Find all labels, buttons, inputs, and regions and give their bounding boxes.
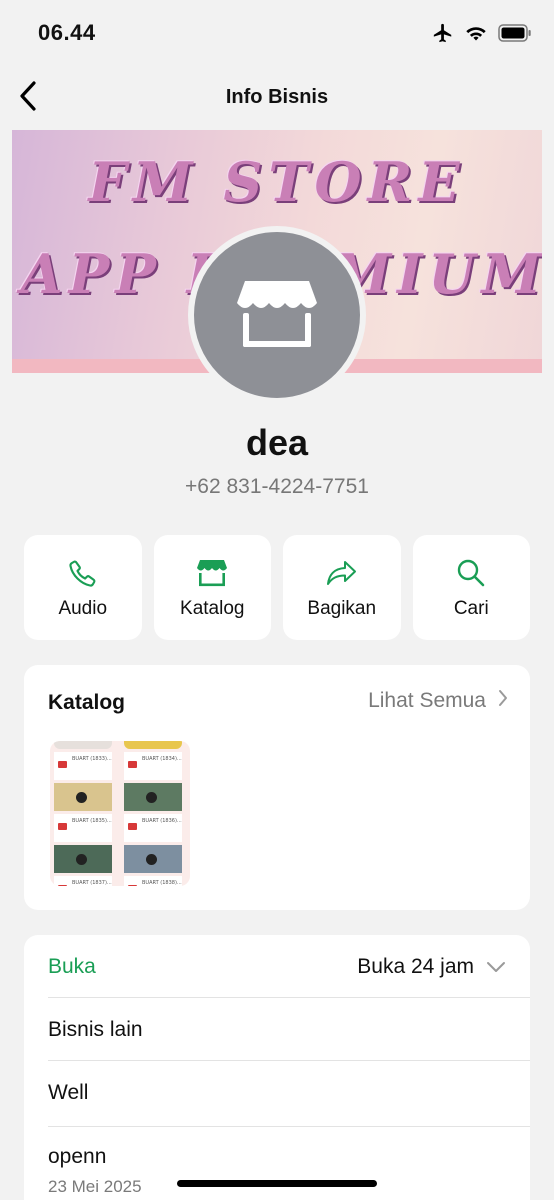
business-category: Bisnis lain [48, 1018, 143, 1041]
chevron-right-icon [498, 689, 508, 713]
thumbnail-video [124, 783, 182, 811]
share-button[interactable]: Bagikan [283, 535, 401, 640]
airplane-icon [432, 22, 454, 49]
search-icon [456, 556, 486, 590]
thumbnail-item: BUART (1834)... [124, 752, 182, 780]
cover-text-line-1: FM STORE [88, 150, 466, 214]
post-date: 23 Mei 2025 [48, 1177, 142, 1196]
play-icon [146, 792, 157, 803]
battery-icon [498, 24, 532, 47]
audio-button[interactable]: Audio [24, 535, 142, 640]
thumbnail-item: BUART (1836)... [124, 814, 182, 842]
search-button[interactable]: Cari [412, 535, 530, 640]
phone-icon [68, 556, 98, 590]
thumbnail-column-right: BUART (1834)... BUART (1836)... BUART (1… [124, 741, 182, 886]
thumbnail-item: BUART (1833)... [54, 752, 112, 780]
audio-label: Audio [58, 597, 108, 619]
catalog-title: Katalog [48, 691, 126, 714]
store-icon [235, 275, 319, 356]
catalog-item-thumbnail[interactable]: BUART (1833)... BUART (1835)... BUART (1… [50, 741, 190, 886]
see-all-label: Lihat Semua [368, 689, 486, 712]
hours-value: Buka 24 jam [357, 955, 474, 978]
hours-row[interactable]: Buka Buka 24 jam [48, 935, 530, 998]
thumbnail-column-left: BUART (1833)... BUART (1835)... BUART (1… [54, 741, 112, 886]
thumbnail-item: BUART (1835)... [54, 814, 112, 842]
post-title: openn [48, 1145, 107, 1168]
thumbnail-video [54, 783, 112, 811]
thumbnail-item: BUART (1838)... [124, 876, 182, 886]
profile-name: dea [245, 422, 309, 463]
description-row: Well [48, 1061, 530, 1127]
open-status: Buka [48, 955, 96, 978]
home-indicator[interactable] [177, 1180, 377, 1187]
status-bar: 06.44 [0, 0, 554, 70]
play-icon [76, 854, 87, 865]
thumbnail-video [54, 845, 112, 873]
status-icons [432, 22, 532, 49]
share-icon [326, 556, 358, 590]
thumbnail-video [124, 845, 182, 873]
thumbnail-item: BUART (1837)... [54, 876, 112, 886]
category-row: Bisnis lain [48, 998, 530, 1061]
wifi-icon [464, 23, 488, 48]
nav-bar: Info Bisnis [0, 70, 554, 126]
status-time: 06.44 [38, 20, 96, 45]
see-all-link[interactable]: Lihat Semua [368, 689, 508, 713]
play-icon [146, 854, 157, 865]
avatar[interactable] [188, 226, 366, 404]
chevron-down-icon [486, 955, 506, 979]
catalog-label: Katalog [180, 597, 245, 619]
business-description: Well [48, 1081, 89, 1104]
business-info-card: Buka Buka 24 jam Bisnis lain Well openn … [24, 935, 530, 1200]
hours-dropdown[interactable]: Buka 24 jam [357, 955, 506, 979]
share-label: Bagikan [307, 597, 377, 619]
page-title: Info Bisnis [225, 86, 329, 108]
store-icon [196, 556, 228, 590]
play-icon [76, 792, 87, 803]
catalog-card: Katalog Lihat Semua BUART (1833)... BUAR… [24, 665, 530, 910]
search-label: Cari [453, 597, 489, 619]
catalog-button[interactable]: Katalog [153, 535, 271, 640]
action-buttons: Audio Katalog Bagikan Cari [24, 535, 530, 640]
profile-phone: +62 831-4224-7751 [185, 475, 369, 498]
